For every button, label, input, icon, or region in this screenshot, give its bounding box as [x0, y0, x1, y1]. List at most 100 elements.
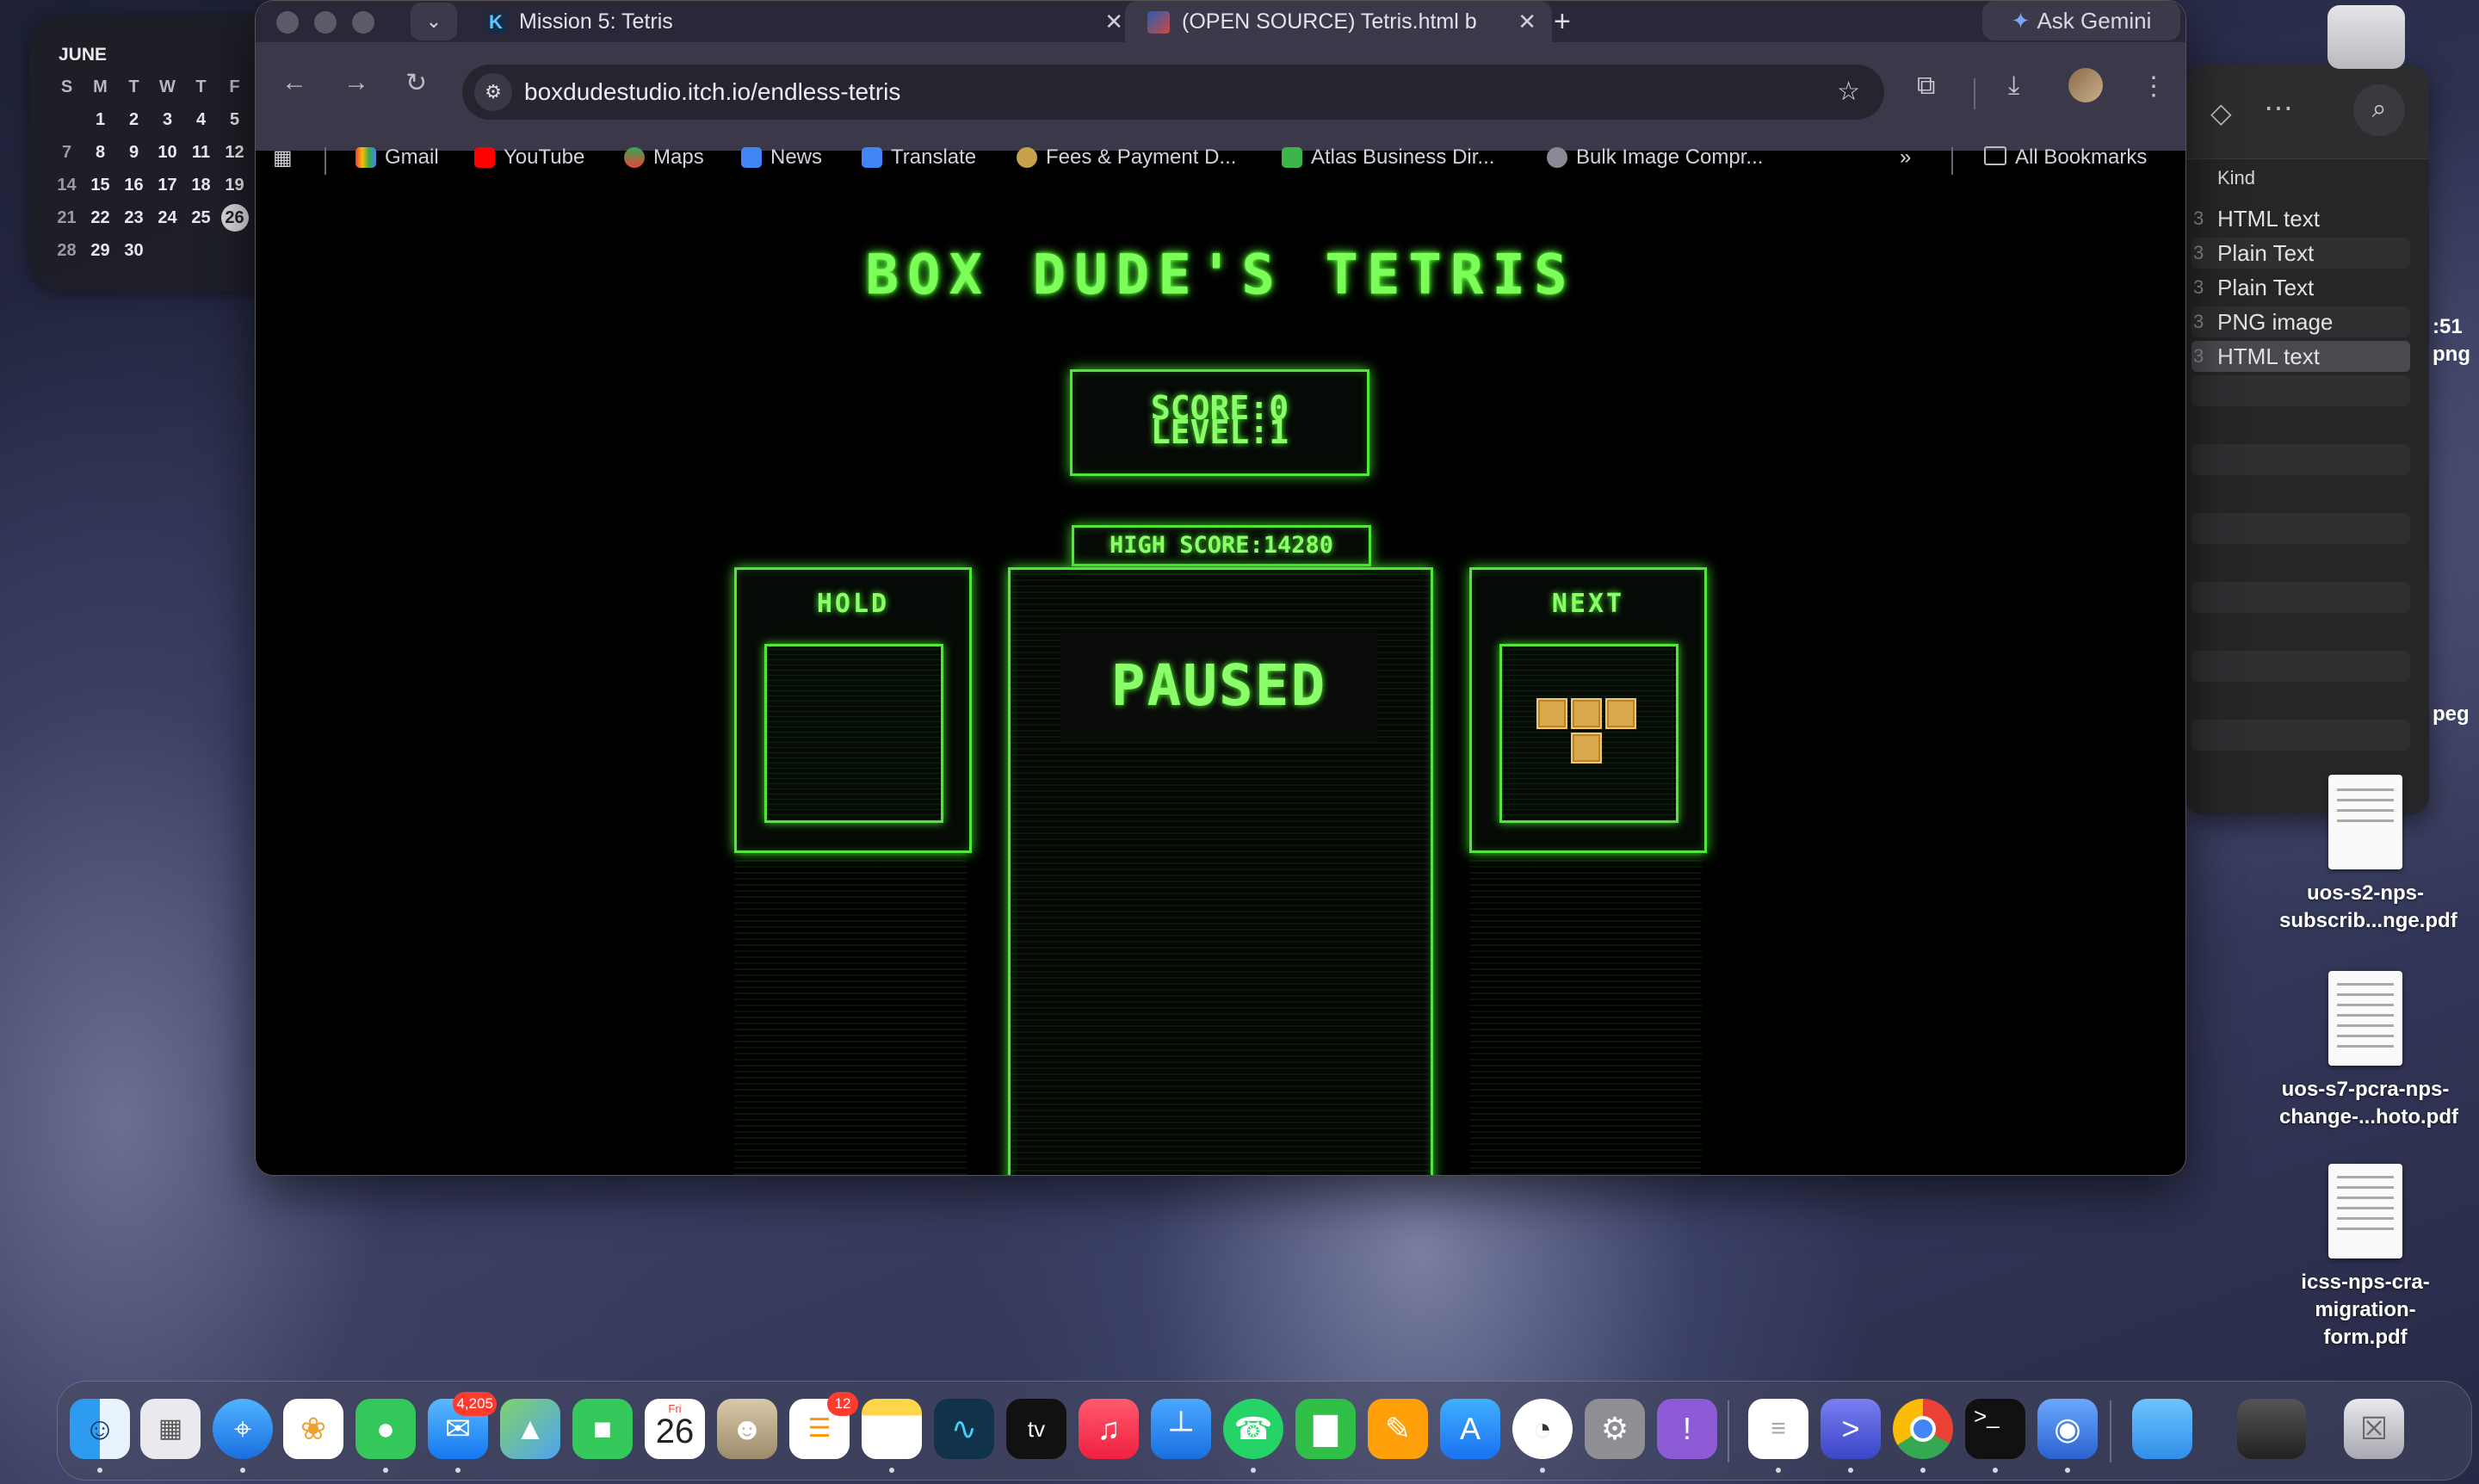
minimize-window-button[interactable]: [314, 11, 337, 34]
running-indicator: [1920, 1468, 1926, 1473]
tab-search-dropdown[interactable]: ⌄: [411, 3, 457, 40]
bookmark-translate[interactable]: Translate: [862, 145, 976, 170]
paused-overlay[interactable]: PAUSED: [1060, 630, 1377, 742]
bookmark-gmail[interactable]: Gmail: [355, 145, 439, 170]
music-app-icon[interactable]: ♫: [1079, 1399, 1139, 1459]
finder-window[interactable]: ◇ ⋯ ⌕ Kind 3 HTML text 3 Plain Text 3 Plain…: [2185, 65, 2429, 814]
all-bookmarks-button[interactable]: All Bookmarks: [1984, 145, 2147, 170]
address-bar[interactable]: ⚙ boxdudestudio.itch.io/endless-tetris ☆: [462, 65, 1884, 120]
news-icon: [741, 147, 762, 168]
finder-row-empty: [2192, 547, 2410, 578]
feedback-app-icon[interactable]: !: [1657, 1399, 1717, 1459]
mail-app-icon[interactable]: ✉ 4,205: [428, 1392, 497, 1459]
calendar-day: 23: [124, 208, 144, 227]
maps-app-icon[interactable]: ▲: [500, 1399, 560, 1459]
notes-app-icon[interactable]: [862, 1399, 922, 1459]
site-settings-icon[interactable]: ⚙: [474, 73, 512, 111]
more-bookmarks-icon[interactable]: »: [1900, 145, 1911, 170]
close-window-button[interactable]: [276, 11, 299, 34]
flower-icon: ❀: [300, 1411, 327, 1446]
profile-avatar[interactable]: [2068, 68, 2103, 102]
finder-row[interactable]: 3 PNG image: [2192, 306, 2410, 337]
close-tab-icon[interactable]: ✕: [1518, 1, 1536, 42]
calendar-day: 4: [195, 110, 207, 129]
desktop-file[interactable]: uos-s7-pcra-nps- change-...hoto.pdf: [2279, 971, 2458, 1131]
safari-app-icon[interactable]: ⌖: [213, 1399, 273, 1459]
ask-gemini-button[interactable]: ✦ Ask Gemini: [1982, 1, 2180, 40]
desktop-file[interactable]: icss-nps-cra- migration-form.pdf: [2279, 1164, 2451, 1351]
numbers-app-icon[interactable]: ▇: [1295, 1399, 1356, 1459]
freeform-app-icon[interactable]: ∿: [934, 1399, 994, 1459]
finder-row-empty: [2192, 582, 2410, 613]
finder-row-selected[interactable]: 3 HTML text: [2192, 341, 2410, 372]
bookmark-news[interactable]: News: [741, 145, 822, 170]
bookmark-fees[interactable]: Fees & Payment D...: [1017, 145, 1236, 170]
reminders-app-icon[interactable]: ☰ 12: [789, 1392, 858, 1459]
bookmark-bulk-image[interactable]: Bulk Image Compr...: [1547, 145, 1763, 170]
desktop-file[interactable]: uos-s2-nps- subscrib...nge.pdf: [2279, 775, 2457, 935]
tag-icon[interactable]: ◇: [2210, 96, 2232, 129]
row-prefix: 3: [2193, 242, 2204, 263]
finder-row[interactable]: 3 HTML text: [2192, 203, 2410, 234]
textedit-app-icon[interactable]: ≡: [1748, 1399, 1808, 1459]
reload-icon[interactable]: ↻: [405, 68, 427, 98]
bookmark-star-icon[interactable]: ☆: [1837, 65, 1860, 120]
apps-grid-icon[interactable]: ▦: [273, 145, 293, 170]
finder-app-icon[interactable]: ☺: [70, 1399, 130, 1459]
bookmark-maps[interactable]: Maps: [624, 145, 704, 170]
url-text[interactable]: boxdudestudio.itch.io/endless-tetris: [524, 65, 900, 120]
system-settings-app-icon[interactable]: ⚙: [1585, 1399, 1645, 1459]
drive-icon[interactable]: [2328, 5, 2405, 69]
running-indicator: [1993, 1468, 1998, 1473]
pages-app-icon[interactable]: ✎: [1368, 1399, 1428, 1459]
menu-kebab-icon[interactable]: ⋮: [2141, 71, 2167, 102]
onedrive-app-icon[interactable]: ◔: [1512, 1399, 1573, 1459]
forward-icon[interactable]: →: [343, 68, 369, 97]
finder-row[interactable]: 3 Plain Text: [2192, 238, 2410, 269]
app-store-icon[interactable]: A: [1440, 1399, 1500, 1459]
extensions-icon[interactable]: ⧉: [1917, 71, 1935, 101]
bookmark-label: Atlas Business Dir...: [1311, 145, 1495, 169]
bookmark-atlas[interactable]: Atlas Business Dir...: [1282, 145, 1494, 170]
chrome-app-icon[interactable]: [1893, 1399, 1953, 1459]
facetime-app-icon[interactable]: ■: [572, 1399, 633, 1459]
prompt-icon: >_: [1974, 1403, 2000, 1429]
tv-app-icon[interactable]: tv: [1006, 1399, 1066, 1459]
calendar-app-icon[interactable]: Fri 26: [645, 1399, 705, 1459]
back-icon[interactable]: ←: [281, 68, 307, 97]
tab-tetris-active[interactable]: (OPEN SOURCE) Tetris.html b ✕: [1125, 1, 1552, 42]
messages-app-icon[interactable]: ●: [355, 1399, 416, 1459]
disk-utility-app-icon[interactable]: ◉: [2037, 1399, 2098, 1459]
close-tab-icon[interactable]: ✕: [1104, 1, 1123, 42]
remote-app-icon[interactable]: >: [1821, 1399, 1881, 1459]
finder-face-icon: ☺: [83, 1411, 116, 1446]
tetris-game[interactable]: BOX DUDE'S TETRIS SCORE:0 LEVEL:1 HIGH S…: [256, 195, 2185, 1175]
calendar-today-label: 26: [220, 204, 249, 232]
zoom-window-button[interactable]: [352, 11, 374, 34]
tab-mission-5[interactable]: K Mission 5: Tetris ✕: [471, 1, 1139, 42]
playfield[interactable]: PAUSED: [1008, 567, 1433, 1175]
terminal-app-icon[interactable]: >_: [1965, 1399, 2025, 1459]
row-kind: HTML text: [2217, 206, 2320, 232]
browser-window[interactable]: ⌄ K Mission 5: Tetris ✕ (OPEN SOURCE) Tet…: [255, 0, 2186, 1176]
finder-row-empty: [2192, 651, 2410, 682]
search-icon[interactable]: ⌕: [2353, 84, 2405, 136]
finder-row[interactable]: 3 Plain Text: [2192, 272, 2410, 303]
calendar-day: 17: [158, 176, 177, 195]
new-tab-button[interactable]: +: [1554, 1, 1571, 42]
screenshot-stack-icon[interactable]: [2237, 1399, 2306, 1459]
whatsapp-app-icon[interactable]: ☎: [1223, 1399, 1283, 1459]
calendar-widget[interactable]: JUNE S M T W T F 1 2 3 4 5 7 8 9 10 11 1…: [29, 15, 287, 291]
downloads-icon[interactable]: ⤓: [2008, 71, 2019, 101]
bookmark-youtube[interactable]: YouTube: [474, 145, 584, 170]
trash-icon[interactable]: ☒: [2344, 1399, 2404, 1459]
photos-app-icon[interactable]: ❀: [283, 1399, 343, 1459]
contacts-app-icon[interactable]: ☻: [717, 1399, 777, 1459]
keynote-app-icon[interactable]: ┴: [1151, 1399, 1211, 1459]
launchpad-app-icon[interactable]: ▦: [140, 1399, 201, 1459]
more-icon[interactable]: ⋯: [2264, 91, 2293, 126]
calendar-day-header: S: [60, 77, 73, 96]
kind-column-header[interactable]: Kind: [2217, 167, 2255, 189]
finder-row-empty: [2192, 410, 2410, 441]
downloads-folder-icon[interactable]: [2132, 1399, 2192, 1459]
